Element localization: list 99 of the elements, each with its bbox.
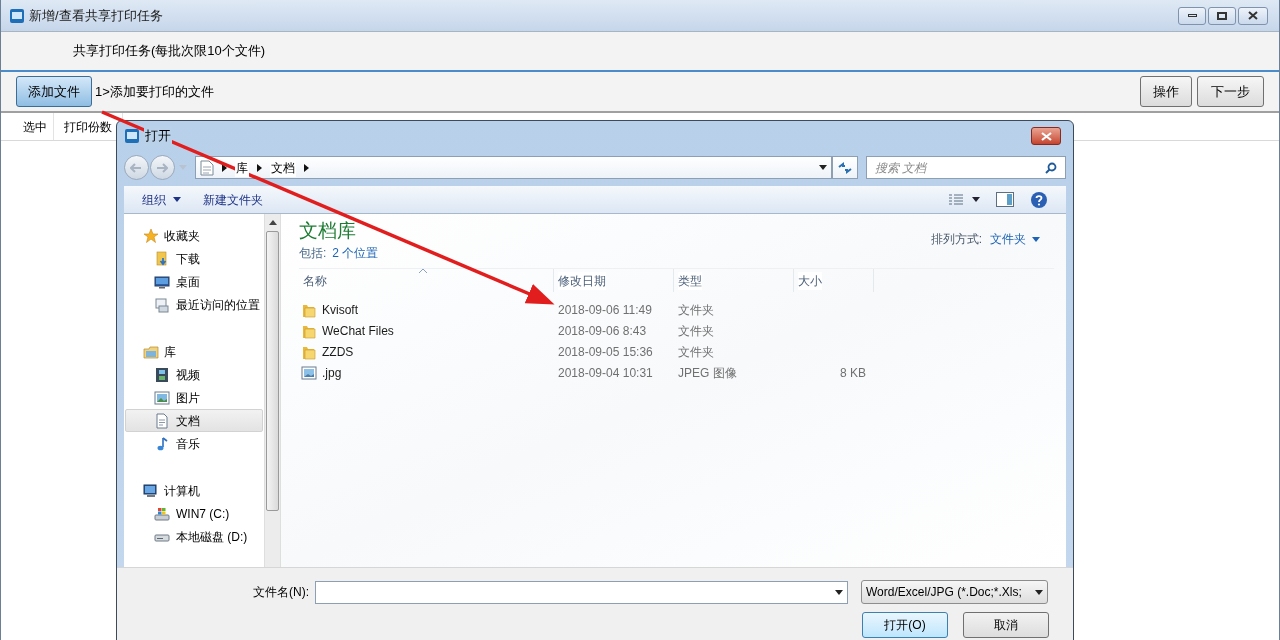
help-button[interactable] <box>1030 190 1048 209</box>
filename-label: 文件名(N): <box>253 584 309 601</box>
sidebar-section[interactable]: 收藏夹 <box>124 224 264 247</box>
sidebar-item[interactable]: 下载 <box>125 247 263 270</box>
column-header[interactable]: 修改日期 <box>558 271 606 290</box>
caret-icon <box>1032 236 1040 242</box>
preview-pane-button[interactable] <box>996 192 1014 207</box>
address-bar[interactable]: 库 文档 <box>194 156 832 179</box>
file-name[interactable]: ZZDS <box>299 342 554 361</box>
modified-date: 2018-09-06 11:49 <box>557 301 653 319</box>
close-icon <box>1248 11 1258 20</box>
picture-icon <box>154 389 170 406</box>
close-icon <box>1040 131 1052 141</box>
command-button[interactable]: 组织 <box>134 187 189 212</box>
dropdown-caret-icon <box>835 589 843 595</box>
file-type-dropdown[interactable]: Word/Excel/JPG (*.Doc;*.Xls; <box>861 580 1048 604</box>
document-icon <box>154 412 170 429</box>
minimize-icon <box>1187 14 1197 17</box>
file-type: 文件夹 <box>677 322 715 340</box>
minimize-button[interactable] <box>1178 6 1206 25</box>
search-input: 搜索 文档 <box>874 158 1045 177</box>
window-title: 新增/查看共享打印任务 <box>29 6 163 25</box>
dialog-button[interactable]: 打开(O) <box>862 612 948 638</box>
view-button[interactable] <box>948 193 980 206</box>
sort-label: 排列方式: <box>930 231 982 248</box>
sort-ascending-icon <box>419 269 427 273</box>
hint-text: 1>添加要打印的文件 <box>95 82 214 101</box>
search-icon <box>1045 161 1057 174</box>
chevron-icon <box>256 163 262 172</box>
caret-icon <box>1035 589 1043 595</box>
includes-label: 包括: <box>299 245 327 262</box>
app-icon <box>124 128 140 144</box>
caret-icon <box>972 197 980 202</box>
toolbar-button[interactable]: 操作 <box>1140 76 1192 107</box>
file-type: 文件夹 <box>677 343 715 361</box>
file-name[interactable]: WeChat Files <box>299 321 554 340</box>
sidebar-item[interactable]: 本地磁盘 (D:) <box>125 525 263 548</box>
toolbar-button[interactable]: 下一步 <box>1197 76 1264 107</box>
image-file-icon <box>301 364 317 381</box>
search-field[interactable]: 搜索 文档 <box>865 156 1066 179</box>
details-view-icon <box>948 193 964 206</box>
refresh-button[interactable] <box>831 156 858 179</box>
refresh-icon <box>837 161 852 174</box>
document-icon <box>199 159 214 176</box>
computer-icon <box>143 482 159 499</box>
file-size: 8 KB <box>840 364 866 382</box>
breadcrumb-item[interactable]: 库 <box>234 158 249 177</box>
recent-places-icon <box>154 296 170 313</box>
windows-drive-icon <box>154 505 170 522</box>
chevron-icon <box>221 163 227 172</box>
help-icon <box>1030 190 1048 209</box>
breadcrumb-item[interactable]: 文档 <box>269 158 296 177</box>
preview-pane-icon <box>996 192 1014 207</box>
library-icon <box>143 343 159 360</box>
sidebar-item[interactable]: WIN7 (C:) <box>125 502 263 525</box>
scroll-up-icon <box>268 220 277 225</box>
file-name[interactable]: Kvisoft <box>299 300 554 319</box>
modified-date: 2018-09-05 15:36 <box>557 343 654 361</box>
close-button[interactable] <box>1238 6 1268 25</box>
chevron-icon <box>303 163 309 172</box>
maximize-button[interactable] <box>1208 6 1236 25</box>
film-icon <box>154 366 170 383</box>
sidebar-item[interactable]: 视频 <box>125 363 263 386</box>
monitor-icon <box>154 273 170 290</box>
command-button[interactable]: 新建文件夹 <box>195 187 271 212</box>
back-arrow-icon <box>130 162 143 173</box>
filename-field[interactable] <box>315 580 848 604</box>
file-name[interactable]: .jpg <box>299 363 554 382</box>
sidebar-item[interactable]: 音乐 <box>125 432 263 455</box>
sort-dropdown[interactable]: 文件夹 <box>990 230 1040 248</box>
sidebar-item[interactable]: 图片 <box>125 386 263 409</box>
locations-link[interactable]: 2 个位置 <box>332 244 379 262</box>
forward-arrow-icon <box>156 162 169 173</box>
dropdown-caret-icon[interactable] <box>818 165 827 170</box>
library-title: 文档库 <box>299 219 357 243</box>
column-header[interactable]: 选中 <box>1 113 54 140</box>
star-icon <box>143 227 159 244</box>
modified-date: 2018-09-06 8:43 <box>557 322 648 340</box>
column-header[interactable]: 大小 <box>798 271 822 290</box>
file-type: 文件夹 <box>677 301 715 319</box>
scroll-thumb[interactable] <box>266 231 279 511</box>
column-header[interactable]: 类型 <box>678 271 702 290</box>
app-icon <box>9 7 25 24</box>
add-file-button[interactable]: 添加文件 <box>16 76 92 107</box>
sidebar-item[interactable]: 桌面 <box>125 270 263 293</box>
maximize-icon <box>1217 11 1227 20</box>
sidebar-section[interactable]: 计算机 <box>124 479 264 502</box>
sidebar-item[interactable]: 文档 <box>125 409 263 432</box>
header-text: 共享打印任务(每批次限10个文件) <box>73 42 266 61</box>
dialog-title: 打开 <box>144 126 172 146</box>
file-type: JPEG 图像 <box>677 364 738 382</box>
scrollbar[interactable] <box>264 214 281 567</box>
download-folder-icon <box>154 250 170 267</box>
close-button[interactable] <box>1031 127 1061 145</box>
modified-date: 2018-09-04 10:31 <box>557 364 654 382</box>
caret-icon <box>173 197 181 202</box>
dialog-button[interactable]: 取消 <box>963 612 1049 638</box>
sidebar-item[interactable]: 最近访问的位置 <box>125 293 263 316</box>
sidebar-section[interactable]: 库 <box>124 340 264 363</box>
